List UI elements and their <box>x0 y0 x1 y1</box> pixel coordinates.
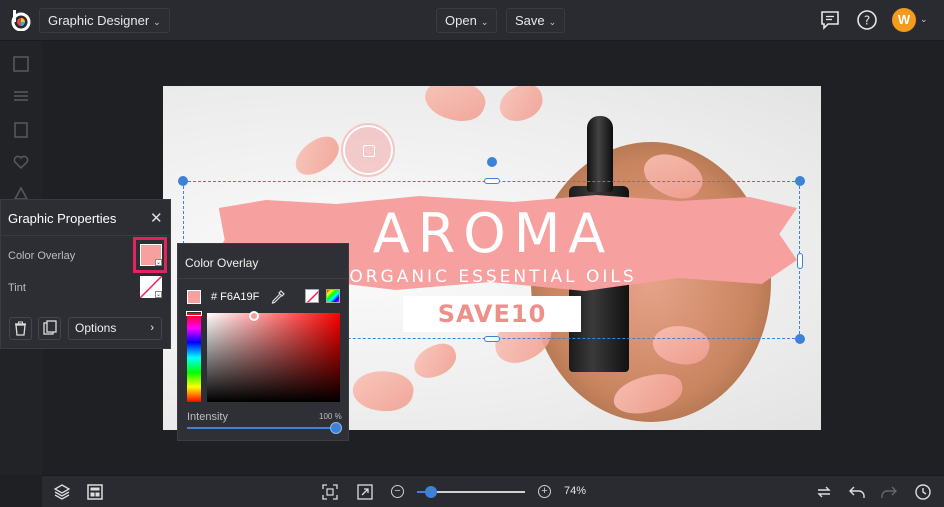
expand-icon[interactable] <box>356 483 374 501</box>
intensity-value: 100 % <box>319 412 342 421</box>
headline-text[interactable]: AROMA <box>333 202 653 265</box>
intensity-label: Intensity <box>187 411 228 423</box>
layout-icon[interactable] <box>86 483 104 501</box>
promo-code-box[interactable]: SAVE10 <box>403 296 581 332</box>
move-handle[interactable] <box>341 123 395 177</box>
resize-handle-bottom[interactable] <box>484 336 500 342</box>
no-color-icon <box>306 290 318 302</box>
duplicate-button[interactable] <box>38 317 61 340</box>
hue-slider-marker[interactable] <box>186 311 202 316</box>
hex-input[interactable]: # F6A19F <box>211 291 259 303</box>
close-icon[interactable]: ✕ <box>150 209 163 227</box>
chat-icon[interactable] <box>818 8 842 32</box>
fit-screen-icon[interactable] <box>321 483 339 501</box>
hue-slider[interactable] <box>187 313 201 402</box>
dropper-cap <box>587 116 613 192</box>
resize-handle-right[interactable] <box>797 253 803 269</box>
app-logo-icon[interactable] <box>10 9 32 31</box>
tint-label: Tint <box>8 282 26 294</box>
mode-dropdown-label: Graphic Designer <box>48 13 150 28</box>
adjust-icon[interactable] <box>12 87 30 105</box>
zoom-out-icon[interactable]: − <box>391 485 404 498</box>
resize-handle-top-right[interactable] <box>795 176 805 186</box>
zoom-in-icon[interactable]: + <box>538 485 551 498</box>
layers-icon[interactable] <box>53 483 71 501</box>
heart-icon[interactable] <box>12 153 30 171</box>
color-overlay-popup: Color Overlay # F6A19F Intensity 100 % <box>177 243 349 441</box>
intensity-slider-track[interactable] <box>187 427 338 429</box>
avatar[interactable]: W <box>892 8 916 32</box>
rotate-anchor-handle[interactable] <box>487 157 497 167</box>
panel-header: Graphic Properties ✕ <box>1 200 170 236</box>
intensity-slider-knob[interactable] <box>330 422 342 434</box>
book-icon[interactable] <box>12 121 30 139</box>
saturation-value-picker[interactable] <box>207 313 340 402</box>
chevron-down-icon[interactable]: ⌄ <box>155 259 162 266</box>
panel-title: Graphic Properties <box>8 211 117 226</box>
resize-handle-top[interactable] <box>484 178 500 184</box>
chevron-down-icon: ⌄ <box>153 17 161 27</box>
color-overlay-label: Color Overlay <box>8 250 76 262</box>
subheadline-text[interactable]: ORGANIC ESSENTIAL OILS <box>343 267 643 287</box>
popup-title: Color Overlay <box>185 256 259 270</box>
rose-petal <box>495 86 547 126</box>
chevron-down-icon[interactable]: ⌄ <box>920 14 928 25</box>
options-button-label: Options <box>75 321 117 335</box>
trash-icon <box>15 321 26 336</box>
open-button[interactable]: Open ⌄ <box>436 8 498 33</box>
image-icon[interactable] <box>12 55 30 73</box>
mode-dropdown[interactable]: Graphic Designer ⌄ <box>39 8 170 33</box>
redo-icon[interactable] <box>880 483 898 501</box>
current-color-swatch <box>187 290 201 304</box>
color-picker-marker[interactable] <box>249 311 259 321</box>
chevron-down-icon[interactable]: ⌄ <box>155 291 162 298</box>
zoom-level: 74% <box>564 485 587 497</box>
top-bar: Graphic Designer ⌄ Open ⌄ Save ⌄ ? W ⌄ <box>0 0 944 41</box>
resize-handle-bottom-right[interactable] <box>795 334 805 344</box>
history-icon[interactable] <box>914 483 932 501</box>
rose-petal <box>288 131 346 181</box>
eyedropper-icon[interactable] <box>270 289 286 305</box>
chevron-down-icon: ⌄ <box>480 17 489 27</box>
chevron-down-icon: ⌄ <box>548 17 557 27</box>
chevron-right-icon: › <box>150 322 154 334</box>
svg-text:?: ? <box>864 14 870 28</box>
help-icon[interactable]: ? <box>855 8 879 32</box>
move-handle-square-icon <box>363 145 375 157</box>
rose-petal <box>409 339 461 383</box>
resize-handle-top-left[interactable] <box>178 176 188 186</box>
spectrum-button[interactable] <box>326 289 340 303</box>
zoom-slider-knob[interactable] <box>425 486 437 498</box>
open-button-label: Open <box>445 13 477 28</box>
rose-petal <box>349 366 417 416</box>
no-color-button[interactable] <box>305 289 319 303</box>
rose-petal <box>419 86 491 130</box>
swap-icon[interactable] <box>815 483 833 501</box>
duplicate-icon <box>43 320 57 335</box>
save-button-label: Save <box>515 13 545 28</box>
save-button[interactable]: Save ⌄ <box>506 8 566 33</box>
undo-icon[interactable] <box>848 483 866 501</box>
bottom-bar: − + 74% <box>42 475 944 507</box>
delete-button[interactable] <box>9 317 32 340</box>
divider <box>178 278 348 279</box>
options-button[interactable]: Options › <box>68 317 162 340</box>
